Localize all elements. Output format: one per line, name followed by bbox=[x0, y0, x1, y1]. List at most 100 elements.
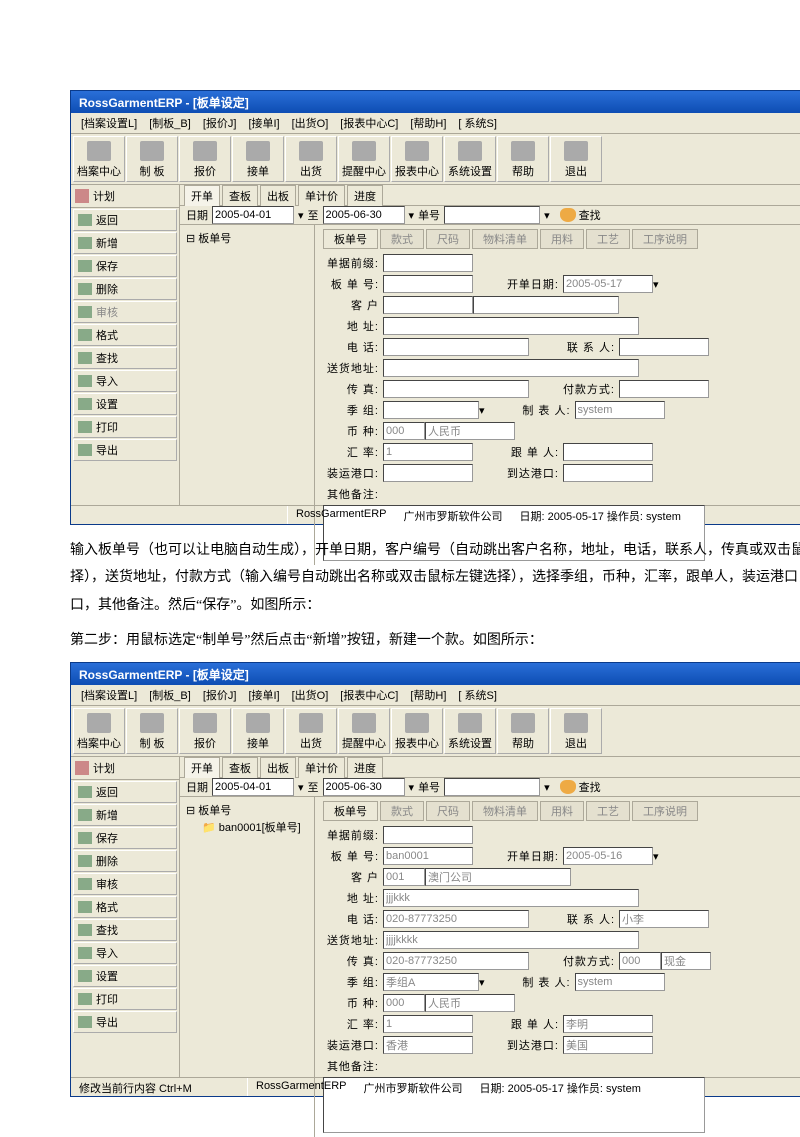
menu-item[interactable]: [制板_B] bbox=[143, 685, 197, 705]
side-import[interactable]: 导入 bbox=[73, 942, 177, 964]
side-search[interactable]: 查找 bbox=[73, 347, 177, 369]
tb-quote[interactable]: 报价 bbox=[179, 136, 231, 182]
date-to2[interactable] bbox=[323, 778, 405, 796]
in-lxr[interactable] bbox=[619, 338, 709, 356]
in-zdr2[interactable] bbox=[575, 973, 665, 991]
in-cz[interactable] bbox=[383, 380, 529, 398]
in-zygk2[interactable] bbox=[383, 1036, 473, 1054]
ftab-bdh[interactable]: 板单号 bbox=[323, 229, 378, 249]
date-from[interactable] bbox=[212, 206, 294, 224]
menu-item[interactable]: [出货O] bbox=[286, 113, 335, 133]
tab-out[interactable]: 出板 bbox=[260, 185, 296, 206]
tb-help[interactable]: 帮助 bbox=[497, 708, 549, 754]
side-print[interactable]: 打印 bbox=[73, 416, 177, 438]
ftab-style[interactable]: 款式 bbox=[380, 229, 424, 249]
side-top[interactable]: 计划 bbox=[71, 185, 179, 208]
tb-settings[interactable]: 系统设置 bbox=[444, 136, 496, 182]
tb-exit[interactable]: 退出 bbox=[550, 708, 602, 754]
ftab-bom[interactable]: 物料清单 bbox=[472, 229, 538, 249]
in-ddgk[interactable] bbox=[563, 464, 653, 482]
side-new[interactable]: 新增 bbox=[73, 804, 177, 826]
tb-archive[interactable]: 档案中心 bbox=[73, 708, 125, 754]
tab-check[interactable]: 查板 bbox=[222, 185, 258, 206]
side-top[interactable]: 计划 bbox=[71, 757, 179, 780]
menu-item[interactable]: [报价J] bbox=[197, 685, 243, 705]
search-button2[interactable]: 查找 bbox=[560, 779, 601, 795]
in-hl[interactable] bbox=[383, 443, 473, 461]
ftab-mat[interactable]: 用料 bbox=[540, 801, 584, 821]
side-back[interactable]: 返回 bbox=[73, 209, 177, 231]
ftab-craft[interactable]: 工艺 bbox=[586, 801, 630, 821]
search-button[interactable]: 查找 bbox=[560, 207, 601, 223]
side-save[interactable]: 保存 bbox=[73, 255, 177, 277]
menu-item[interactable]: [帮助H] bbox=[404, 685, 452, 705]
tab-progress[interactable]: 进度 bbox=[347, 757, 383, 778]
in-prefix[interactable] bbox=[383, 254, 473, 272]
menu-item[interactable]: [档案设置L] bbox=[75, 685, 143, 705]
in-lxr2[interactable] bbox=[619, 910, 709, 928]
in-jz2[interactable] bbox=[383, 973, 479, 991]
in-kdrq2[interactable] bbox=[563, 847, 653, 865]
in-bz2[interactable] bbox=[383, 994, 425, 1012]
in-kdrq[interactable] bbox=[563, 275, 653, 293]
in-ddgk2[interactable] bbox=[563, 1036, 653, 1054]
in-cz2[interactable] bbox=[383, 952, 529, 970]
ftab-proc[interactable]: 工序说明 bbox=[632, 229, 698, 249]
tb-order[interactable]: 接单 bbox=[232, 708, 284, 754]
menu-item[interactable]: [报表中心C] bbox=[334, 685, 404, 705]
menu-item[interactable]: [ 系统S] bbox=[452, 685, 503, 705]
side-search[interactable]: 查找 bbox=[73, 919, 177, 941]
side-save[interactable]: 保存 bbox=[73, 827, 177, 849]
side-export[interactable]: 导出 bbox=[73, 439, 177, 461]
menu-item[interactable]: [出货O] bbox=[286, 685, 335, 705]
ftab-size[interactable]: 尺码 bbox=[426, 229, 470, 249]
in-jz[interactable] bbox=[383, 401, 479, 419]
tree-child[interactable]: 📁 ban0001[板单号] bbox=[182, 819, 312, 835]
side-back[interactable]: 返回 bbox=[73, 781, 177, 803]
bill-input2[interactable] bbox=[444, 778, 540, 796]
in-dh[interactable] bbox=[383, 338, 529, 356]
menu-item[interactable]: [制板_B] bbox=[143, 113, 197, 133]
tb-order[interactable]: 接单 bbox=[232, 136, 284, 182]
in-hl2[interactable] bbox=[383, 1015, 473, 1033]
tb-settings[interactable]: 系统设置 bbox=[444, 708, 496, 754]
ftab-proc[interactable]: 工序说明 bbox=[632, 801, 698, 821]
tb-remind[interactable]: 提醒中心 bbox=[338, 136, 390, 182]
in-dz[interactable] bbox=[383, 317, 639, 335]
tb-quote[interactable]: 报价 bbox=[179, 708, 231, 754]
tb-report[interactable]: 报表中心 bbox=[391, 136, 443, 182]
in-kh2[interactable] bbox=[383, 868, 425, 886]
in-gdr2[interactable] bbox=[563, 1015, 653, 1033]
tab-check[interactable]: 查板 bbox=[222, 757, 258, 778]
menu-item[interactable]: [报价J] bbox=[197, 113, 243, 133]
menu-item[interactable]: [接单I] bbox=[242, 685, 285, 705]
ftab-bdh[interactable]: 板单号 bbox=[323, 801, 378, 821]
menu-item[interactable]: [ 系统S] bbox=[452, 113, 503, 133]
in-zdr[interactable] bbox=[575, 401, 665, 419]
tab-out[interactable]: 出板 bbox=[260, 757, 296, 778]
tab-open[interactable]: 开单 bbox=[184, 185, 220, 206]
tb-ship[interactable]: 出货 bbox=[285, 708, 337, 754]
in-bz[interactable] bbox=[383, 422, 425, 440]
tb-help[interactable]: 帮助 bbox=[497, 136, 549, 182]
in-prefix2[interactable] bbox=[383, 826, 473, 844]
side-delete[interactable]: 删除 bbox=[73, 850, 177, 872]
tree-root2[interactable]: ⊟ 板单号 bbox=[182, 801, 312, 819]
in-fkfs[interactable] bbox=[619, 380, 709, 398]
in-dh2[interactable] bbox=[383, 910, 529, 928]
in-fkfs2[interactable] bbox=[619, 952, 661, 970]
date-to[interactable] bbox=[323, 206, 405, 224]
tb-board[interactable]: 制 板 bbox=[126, 136, 178, 182]
in-bdh2[interactable] bbox=[383, 847, 473, 865]
side-config[interactable]: 设置 bbox=[73, 393, 177, 415]
tree-root[interactable]: ⊟ 板单号 bbox=[182, 229, 312, 247]
in-zygk[interactable] bbox=[383, 464, 473, 482]
side-import[interactable]: 导入 bbox=[73, 370, 177, 392]
in-gdr[interactable] bbox=[563, 443, 653, 461]
date-from2[interactable] bbox=[212, 778, 294, 796]
side-export[interactable]: 导出 bbox=[73, 1011, 177, 1033]
side-new[interactable]: 新增 bbox=[73, 232, 177, 254]
in-shdz[interactable] bbox=[383, 359, 639, 377]
tab-progress[interactable]: 进度 bbox=[347, 185, 383, 206]
side-print[interactable]: 打印 bbox=[73, 988, 177, 1010]
